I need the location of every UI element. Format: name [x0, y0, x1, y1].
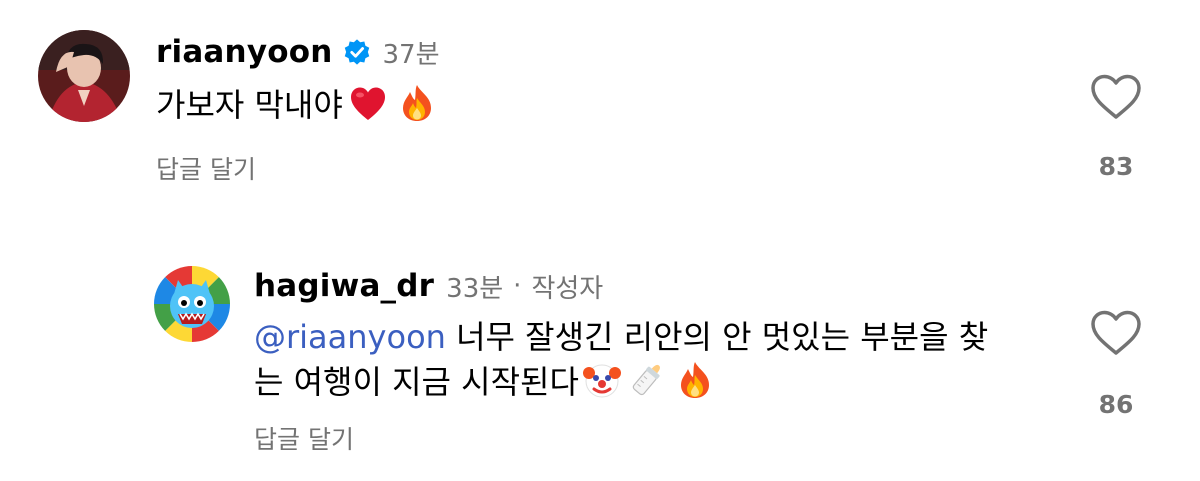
- separator-dot: ·: [513, 271, 522, 301]
- comment-hagiwa_dr: hagiwa_dr 33분 · 작성자 @riaanyoon 너무 잘생긴 리안…: [0, 0, 1200, 481]
- avatar[interactable]: [154, 266, 230, 342]
- comment-body-line-2: 는 여행이 지금 시작된다: [254, 363, 579, 401]
- comment-header: hagiwa_dr 33분 · 작성자: [254, 266, 603, 306]
- like-count: 86: [1098, 390, 1134, 419]
- comment-body-line-1: 너무 잘생긴 리안의 안 멋있는 부분을 찾: [456, 318, 989, 356]
- heart-icon[interactable]: [1090, 310, 1142, 356]
- baby-bottle-icon: [629, 359, 665, 410]
- mention-link[interactable]: @riaanyoon: [254, 318, 446, 356]
- fire-icon: [679, 361, 711, 410]
- comment-line-2: 는 여행이 지금 시작된다: [254, 359, 1054, 410]
- author-tag: 작성자: [531, 273, 604, 304]
- comment-line-1: @riaanyoon 너무 잘생긴 리안의 안 멋있는 부분을 찾: [254, 316, 1054, 359]
- comment-text: @riaanyoon 너무 잘생긴 리안의 안 멋있는 부분을 찾 는 여행이 …: [254, 316, 1054, 410]
- reply-button[interactable]: 답글 달기: [254, 420, 354, 456]
- username[interactable]: hagiwa_dr: [254, 266, 434, 306]
- timestamp: 33분: [446, 273, 504, 304]
- clown-face-icon: [582, 361, 621, 410]
